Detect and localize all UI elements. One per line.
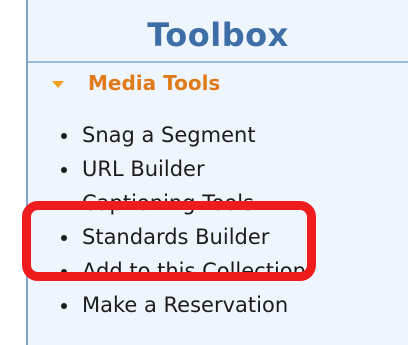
- tool-item-url-builder[interactable]: URL Builder: [58, 152, 306, 186]
- bullet-icon: [61, 269, 67, 275]
- section-label: Media Tools: [88, 71, 221, 95]
- toolbox-title: Toolbox: [147, 16, 289, 54]
- tool-item-standards-builder[interactable]: Standards Builder: [58, 220, 306, 254]
- tool-item-label[interactable]: Add to this Collection: [82, 259, 306, 283]
- bullet-icon: [61, 303, 67, 309]
- bullet-icon: [61, 133, 67, 139]
- tool-item-label[interactable]: Standards Builder: [82, 225, 269, 249]
- tool-item-label[interactable]: Snag a Segment: [82, 123, 256, 147]
- tool-item-captioning-tools[interactable]: Captioning Tools: [58, 186, 306, 220]
- title-divider: [28, 61, 408, 63]
- tool-item-snag-a-segment[interactable]: Snag a Segment: [58, 118, 306, 152]
- triangle-down-icon[interactable]: [52, 80, 64, 88]
- page: Toolbox Media Tools Snag a Segment URL B…: [0, 0, 408, 345]
- toolbox-panel: Toolbox Media Tools Snag a Segment URL B…: [26, 0, 408, 345]
- media-tools-section-header[interactable]: Media Tools: [52, 68, 220, 98]
- tool-item-make-a-reservation[interactable]: Make a Reservation: [58, 288, 306, 322]
- tool-item-add-to-collection[interactable]: Add to this Collection: [58, 254, 306, 288]
- tool-item-label[interactable]: Captioning Tools: [82, 191, 254, 215]
- bullet-icon: [61, 235, 67, 241]
- tool-item-label[interactable]: URL Builder: [82, 157, 205, 181]
- tool-list: Snag a Segment URL Builder Captioning To…: [58, 118, 306, 322]
- bullet-icon: [61, 167, 67, 173]
- bullet-icon: [61, 201, 67, 207]
- tool-item-label[interactable]: Make a Reservation: [82, 293, 288, 317]
